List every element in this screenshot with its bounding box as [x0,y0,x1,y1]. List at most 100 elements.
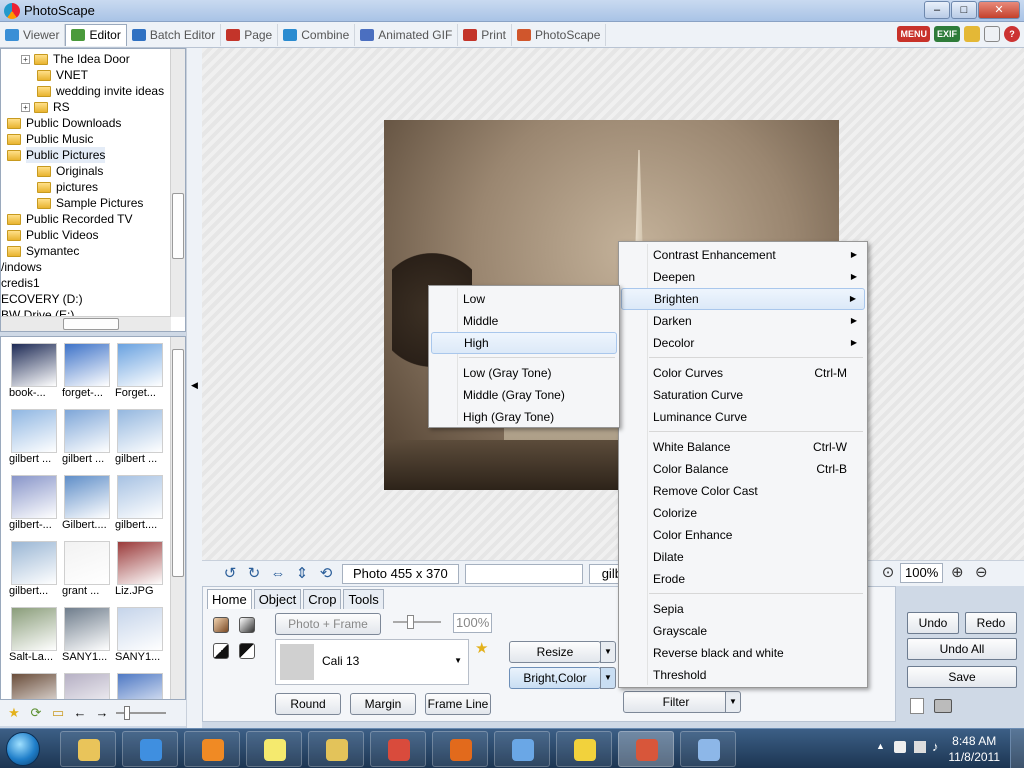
thumbnail-size-slider[interactable] [116,706,166,720]
font-dropdown-arrow-icon[interactable]: ▼ [454,656,462,665]
tab-object[interactable]: Object [253,589,302,609]
folder-tree-vscrollbar[interactable] [170,49,185,317]
tree-item-public-downloads[interactable]: Public Downloads [7,115,121,131]
taskbar-paint-button[interactable] [680,731,736,767]
undo-button[interactable]: Undo [907,612,959,634]
undo-all-button[interactable]: Undo All [907,638,1017,660]
tree-item-credis1[interactable]: credis1 [1,275,40,291]
thumbnail-item[interactable]: gilbert-... [9,475,59,531]
filter-menu-item-grayscale[interactable]: Grayscale [621,620,865,642]
tab-home[interactable]: Home [207,589,252,609]
filter-menu-item-remove-color-cast[interactable]: Remove Color Cast [621,480,865,502]
tab-animated-gif[interactable]: Animated GIF [355,23,459,46]
filter-menu-item-brighten[interactable]: Brighten ▶ [621,288,865,310]
help-icon[interactable]: ? [1004,26,1020,42]
back-arrow-icon[interactable]: ← [72,706,88,720]
resize-dropdown-arrow[interactable]: ▼ [600,641,616,663]
folder-toolbar-icon[interactable] [964,26,980,42]
thumbnail-item[interactable]: SANY1... [115,607,165,663]
margin-button[interactable]: Margin [350,693,416,715]
taskbar-sticky-notes-button[interactable] [246,731,302,767]
tab-viewer[interactable]: Viewer [0,23,66,46]
filter-menu-item-sepia[interactable]: Sepia [621,598,865,620]
frame-line-button[interactable]: Frame Line [425,693,491,715]
thumbnail-vscrollbar[interactable] [170,337,185,699]
brighten-item-low-gray-tone[interactable]: Low (Gray Tone) [431,362,617,384]
tree-item-rs[interactable]: + RS [21,99,70,115]
filter-menu-item-color-enhance[interactable]: Color Enhance [621,524,865,546]
photo-frame-button[interactable]: Photo + Frame [275,613,381,635]
filter-menu-item-decolor[interactable]: Decolor ▶ [621,332,865,354]
taskbar-media-player-button[interactable] [184,731,240,767]
thumbnail-item[interactable]: Liz.JPG [115,541,165,597]
folder-tree[interactable]: + The Idea Door VNET wedding invite ideas + R… [0,48,186,332]
taskbar-internet-explorer-button[interactable] [122,731,178,767]
action-center-icon[interactable] [894,741,906,753]
font-selector[interactable]: Cali 13 ▼ [275,639,469,685]
tab-page[interactable]: Page [221,23,279,46]
tray-expand-icon[interactable]: ▲ [876,741,885,751]
thumbnail-item[interactable]: gilbert... [9,541,59,597]
save-button[interactable]: Save [907,666,1017,688]
favorite-star-icon[interactable]: ★ [6,706,22,720]
start-button[interactable] [6,732,40,766]
tab-batch-editor[interactable]: Batch Editor [127,23,222,46]
frame-style-brown-icon[interactable] [213,617,229,633]
tree-item-the-idea-door[interactable]: + The Idea Door [21,51,130,67]
folder-tree-hscrollbar[interactable] [1,316,171,331]
maximize-button[interactable]: □ [951,1,977,19]
filter-button[interactable]: Filter [623,691,729,713]
printer-icon[interactable] [934,699,952,713]
expand-icon[interactable]: + [21,102,30,112]
thumbnail-panel[interactable]: book-... forget-... Forget... gilbert ... gi… [0,336,186,700]
bright-color-dropdown-arrow[interactable]: ▼ [600,667,616,689]
brighten-item-middle-gray-tone[interactable]: Middle (Gray Tone) [431,384,617,406]
minimize-button[interactable]: – [924,1,950,19]
tree-item-public-pictures[interactable]: Public Pictures [7,147,106,163]
tree-item-symantec[interactable]: Symantec [7,243,79,259]
round-button[interactable]: Round [275,693,341,715]
filter-menu-item-deepen[interactable]: Deepen ▶ [621,266,865,288]
thumbnail-item[interactable]: gilbert ... [62,409,112,465]
collapse-arrow-icon[interactable]: ◀ [191,380,198,391]
zoom-fit-icon[interactable]: ⊙ [878,564,898,582]
tab-combine[interactable]: Combine [278,23,356,46]
taskbar-photoscape-button[interactable] [618,731,674,767]
tab-crop[interactable]: Crop [303,589,342,609]
taskbar-outlook-button[interactable] [308,731,364,767]
filter-menu-item-saturation-curve[interactable]: Saturation Curve [621,384,865,406]
thumbnail-item[interactable] [62,673,112,699]
thumbnail-item[interactable]: forget-... [62,343,112,399]
taskbar-firefox-button[interactable] [432,731,488,767]
thumbnail-size-slider-handle[interactable] [124,706,130,720]
filter-menu-item-color-balance[interactable]: Color Balance Ctrl-B [621,458,865,480]
zoom-in-icon[interactable]: ⊕ [947,564,967,582]
taskbar-chrome-button[interactable] [370,731,426,767]
filter-menu-item-reverse-black-and-white[interactable]: Reverse black and white [621,642,865,664]
opacity-slider-handle[interactable] [407,615,414,629]
bright-color-button[interactable]: Bright,Color [509,667,601,689]
rotate-left-icon[interactable]: ↺ [220,565,240,583]
thumbnail-vscroll-thumb[interactable] [172,349,184,577]
resize-button[interactable]: Resize [509,641,601,663]
thumbnail-item[interactable]: gilbert ... [115,409,165,465]
brighten-item-high[interactable]: High [431,332,617,354]
thumbnail-item[interactable]: grant ... [62,541,112,597]
thumbnail-item[interactable]: gilbert ... [9,409,59,465]
panel-splitter[interactable]: ◀ [186,48,202,728]
thumbnail-item[interactable]: Salt-La... [9,607,59,663]
zoom-out-icon[interactable]: ⊖ [971,564,991,582]
refresh-icon[interactable]: ⟳ [28,706,44,720]
brighten-item-high-gray-tone[interactable]: High (Gray Tone) [431,406,617,428]
thumbnail-item[interactable] [115,673,165,699]
thumbnail-item[interactable]: Gilbert.... [62,475,112,531]
rotate-right-icon[interactable]: ↻ [244,565,264,583]
frame-style-wb-icon[interactable] [239,643,255,659]
filter-menu-item-color-curves[interactable]: Color Curves Ctrl-M [621,362,865,384]
flip-vertical-icon[interactable]: ⇕ [292,565,312,583]
frame-style-bw-icon[interactable] [213,643,229,659]
taskbar-clock[interactable]: 8:48 AM 11/8/2011 [948,733,1000,765]
folder-tree-vscroll-thumb[interactable] [172,193,184,259]
show-desktop-button[interactable] [1010,729,1024,768]
new-file-icon[interactable] [910,698,924,714]
